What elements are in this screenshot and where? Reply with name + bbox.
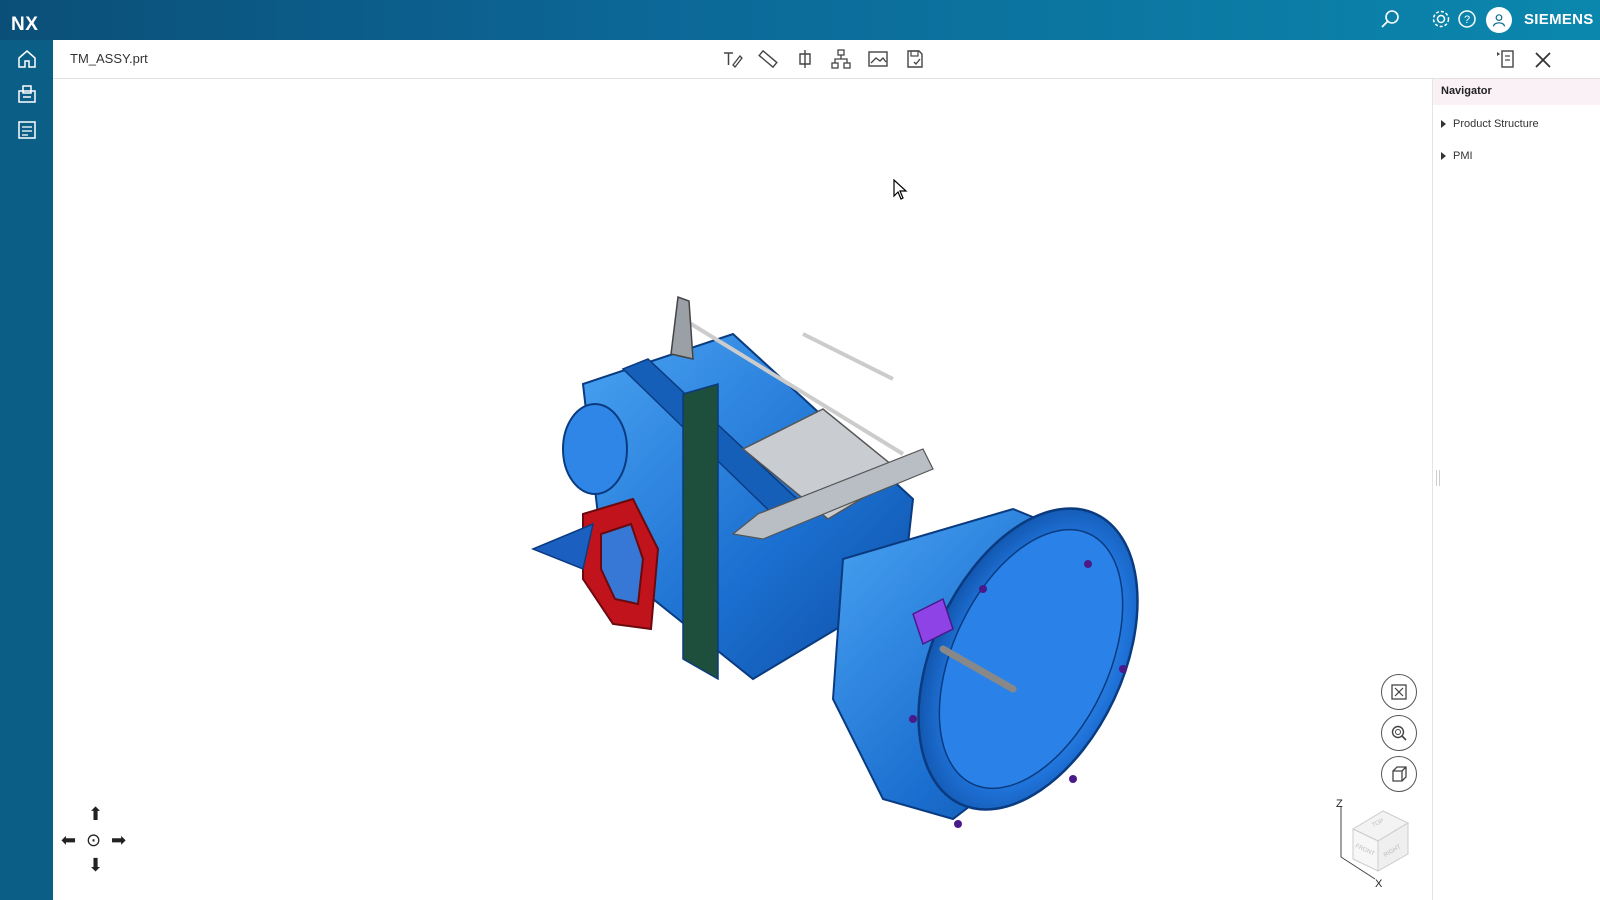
expand-caret-icon[interactable] (1441, 120, 1446, 128)
document-title: TM_ASSY.prt (70, 51, 148, 66)
navigator-toggle-icon[interactable] (1495, 48, 1517, 70)
expand-caret-icon[interactable] (1441, 152, 1446, 160)
panel-splitter[interactable] (1436, 470, 1440, 486)
home-icon[interactable] (15, 47, 39, 71)
navigator-header: Navigator (1433, 79, 1600, 105)
nav-item-label: PMI (1453, 150, 1473, 162)
navigator-title: Navigator (1441, 85, 1492, 97)
section-icon[interactable] (794, 48, 816, 70)
pan-center-icon[interactable]: ⊙ (86, 831, 101, 849)
save-icon[interactable] (904, 48, 926, 70)
view-cube-x-label: X (1375, 878, 1383, 889)
assembly-structure-icon[interactable] (830, 48, 852, 70)
nav-item-product-structure[interactable]: Product Structure (1441, 118, 1539, 130)
fit-view-button[interactable] (1381, 674, 1417, 710)
zoom-button[interactable] (1381, 715, 1417, 751)
view-cube[interactable]: Z X TOP FRONT RIGHT (1333, 799, 1423, 889)
snapshot-icon[interactable] (867, 48, 889, 70)
graphics-viewport[interactable]: ⬆ ⬅ ⊙ ➡ ⬇ Z X TOP FRONT RIGHT (53, 79, 1431, 900)
fit-view-icon (1391, 684, 1407, 700)
vendor-logo: SIEMENS (1524, 11, 1594, 28)
open-part-icon[interactable] (15, 82, 39, 106)
user-avatar[interactable] (1486, 7, 1512, 33)
nav-item-pmi[interactable]: PMI (1441, 150, 1473, 162)
measure-icon[interactable] (757, 48, 779, 70)
transmission-assembly-model[interactable] (483, 259, 1143, 859)
nav-item-label: Product Structure (1453, 118, 1539, 130)
zoom-icon (1391, 725, 1407, 741)
view-orientation-icon (1392, 766, 1407, 782)
user-icon (1492, 14, 1506, 27)
search-icon[interactable] (1379, 8, 1401, 30)
app-logo: NX (11, 14, 39, 35)
help-icon[interactable]: ? (1456, 8, 1478, 30)
navigator-panel: Navigator Product Structure PMI (1432, 79, 1600, 900)
pan-up-icon[interactable]: ⬆ (88, 805, 103, 823)
view-orientation-button[interactable] (1381, 756, 1417, 792)
close-icon[interactable] (1532, 49, 1554, 71)
left-rail (0, 40, 53, 900)
mouse-cursor-icon (893, 179, 908, 200)
top-bar: NX ? SIEMENS (0, 0, 1600, 40)
report-icon[interactable] (15, 118, 39, 142)
pan-down-icon[interactable]: ⬇ (88, 856, 103, 874)
svg-text:?: ? (1464, 14, 1470, 26)
view-cube-z-label: Z (1336, 799, 1343, 810)
document-bar: TM_ASSY.prt (53, 40, 1600, 79)
markup-icon[interactable] (721, 48, 743, 70)
settings-icon[interactable] (1430, 8, 1452, 30)
pan-left-icon[interactable]: ⬅ (61, 831, 76, 849)
pan-right-icon[interactable]: ➡ (111, 831, 126, 849)
